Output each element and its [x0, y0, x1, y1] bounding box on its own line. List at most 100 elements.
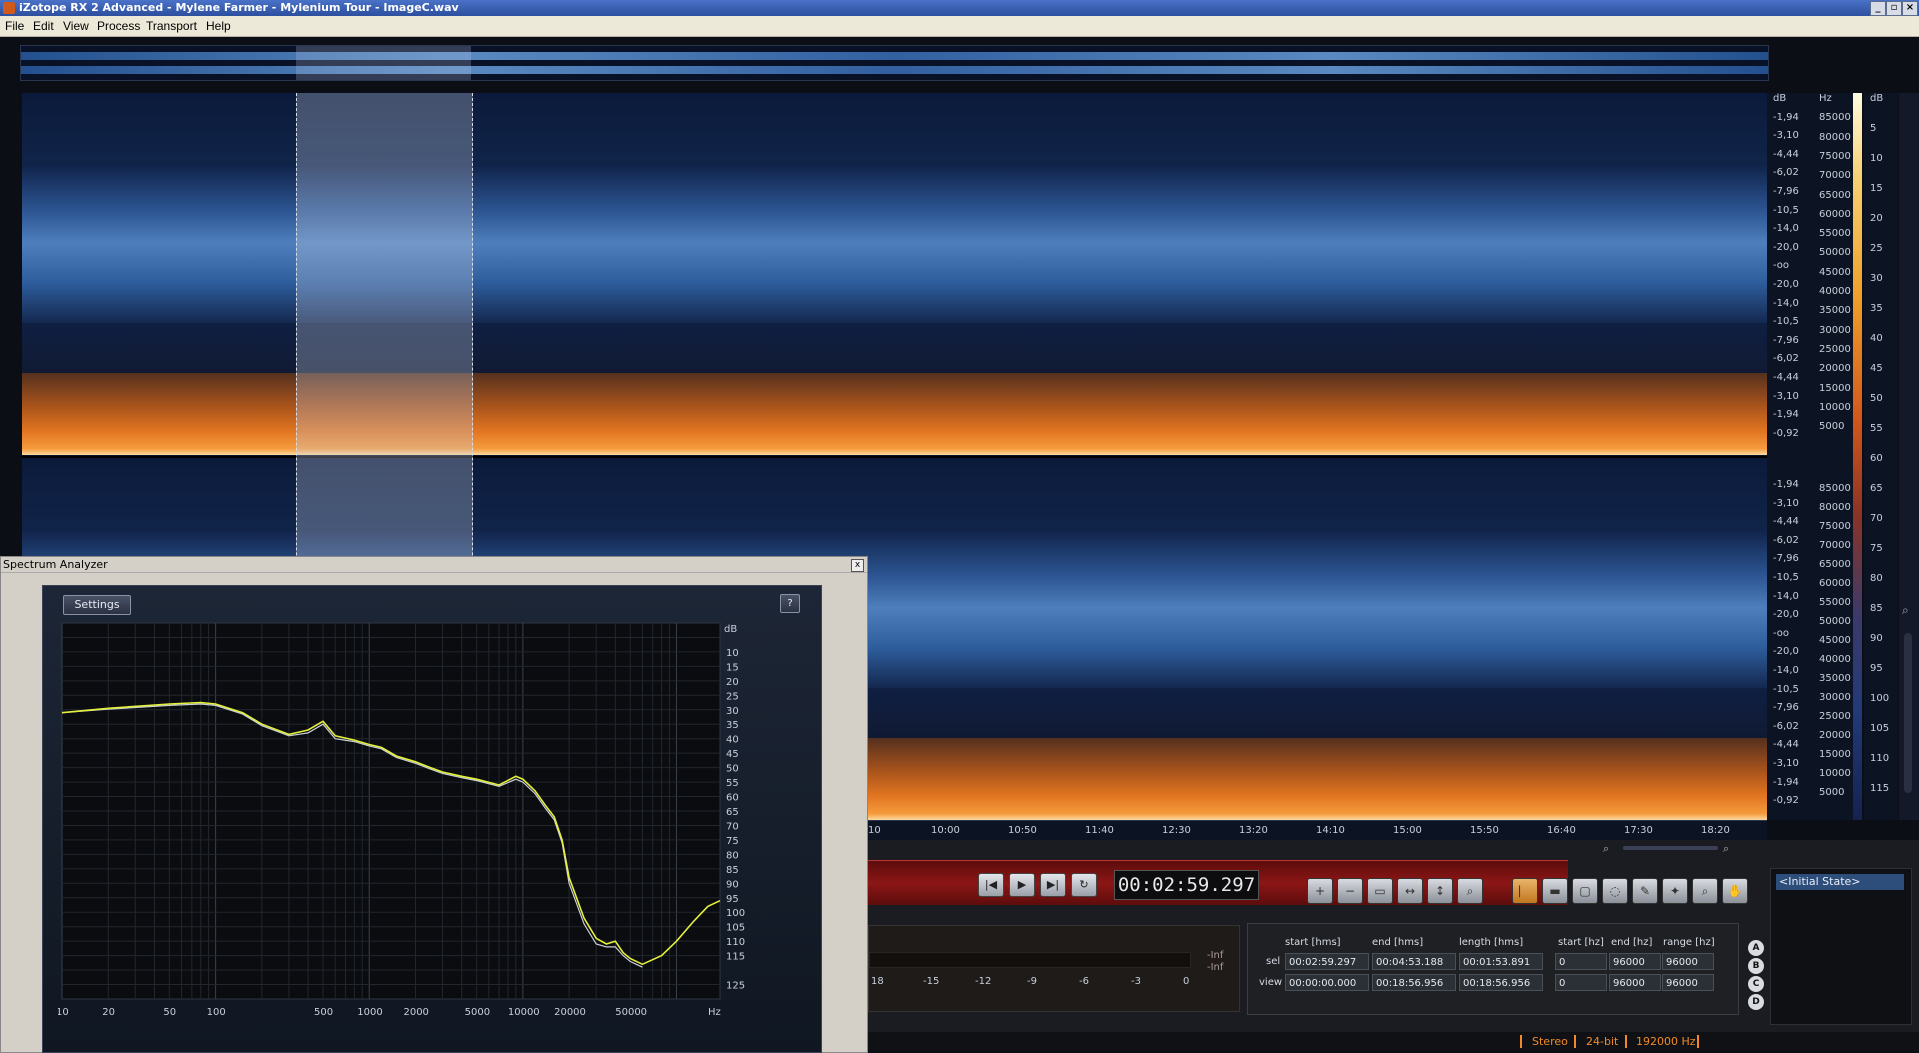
hz-tick: 65000 — [1819, 189, 1851, 201]
zoom-selection-tool-icon[interactable]: ▭ — [1367, 878, 1393, 904]
time-select-tool-icon[interactable]: ⎸ — [1512, 878, 1538, 904]
sel-start-hz-field[interactable]: 0 — [1555, 953, 1607, 970]
vertical-zoom-slider[interactable]: ⌕ — [1899, 93, 1919, 820]
colorbar-tick: 50 — [1870, 393, 1883, 404]
db-tick: -7,96 — [1773, 186, 1799, 197]
colorbar-tick: 100 — [1870, 693, 1890, 704]
db-tick: -4,44 — [1773, 739, 1799, 751]
zoom-fit-tool-icon[interactable]: ⌕ — [1457, 878, 1483, 904]
x-tick: 20 — [102, 1007, 115, 1018]
y-tick: 55 — [726, 778, 739, 789]
brush-tool-icon[interactable]: ✎ — [1632, 878, 1658, 904]
zoom-out-icon[interactable]: ⌕ — [1603, 842, 1609, 856]
maximize-button[interactable]: ▫ — [1886, 1, 1902, 16]
view-end-field[interactable]: 00:18:56.956 — [1372, 974, 1456, 991]
preset-d-button[interactable]: D — [1748, 994, 1764, 1010]
sel-end-hz-field[interactable]: 96000 — [1609, 953, 1661, 970]
colorbar-tick: 40 — [1870, 333, 1883, 344]
y-tick: 20 — [726, 677, 739, 688]
overview-waveform[interactable] — [20, 45, 1769, 81]
view-presets: A B C D — [1748, 940, 1770, 1020]
x-tick: 10 — [58, 1007, 69, 1018]
overview-selection[interactable] — [296, 46, 471, 80]
play-selection-button[interactable]: ▶| — [1040, 873, 1066, 897]
minimize-button[interactable]: _ — [1870, 1, 1886, 16]
close-button[interactable]: × — [1902, 1, 1918, 16]
colorbar-tick: 110 — [1870, 753, 1890, 764]
overview-channel-right — [21, 66, 1768, 74]
meter-tick: -12 — [975, 976, 992, 987]
freq-select-tool-icon[interactable]: ▬ — [1542, 878, 1568, 904]
view-start-hz-field[interactable]: 0 — [1555, 974, 1607, 991]
menu-view[interactable]: View — [63, 19, 89, 33]
magnify-tool-icon[interactable]: ⌕ — [1692, 878, 1718, 904]
sel-end-field[interactable]: 00:04:53.188 — [1372, 953, 1456, 970]
rect-select-tool-icon[interactable]: ▢ — [1572, 878, 1598, 904]
spectrum-analyzer-close-button[interactable]: x — [851, 559, 864, 572]
preset-c-button[interactable]: C — [1748, 976, 1764, 992]
x-tick: 50 — [163, 1007, 176, 1018]
time-tick: 12:30 — [1162, 825, 1191, 836]
title-bar: iZotope RX 2 Advanced - Mylene Farmer - … — [0, 0, 1919, 16]
vertical-zoom-track[interactable] — [1904, 633, 1912, 793]
sel-range-hz-field[interactable]: 96000 — [1662, 953, 1714, 970]
hand-tool-icon[interactable]: ✋ — [1722, 878, 1748, 904]
colorbar-tick: 15 — [1870, 183, 1883, 194]
play-button[interactable]: ▶ — [1009, 873, 1035, 897]
time-tick: 11:40 — [1085, 825, 1114, 836]
hdr-range-hz: range [hz] — [1663, 937, 1715, 948]
zoom-out-tool-icon[interactable]: − — [1337, 878, 1363, 904]
hz-tick: 15000 — [1819, 749, 1851, 760]
hdr-length-hms: length [hms] — [1459, 937, 1524, 948]
db-tick: -1,94 — [1773, 409, 1799, 421]
preset-b-button[interactable]: B — [1748, 958, 1764, 974]
menu-file[interactable]: File — [5, 19, 24, 33]
help-button[interactable]: ? — [780, 594, 800, 613]
menu-transport[interactable]: Transport — [146, 19, 197, 33]
hz-tick: 80000 — [1819, 502, 1851, 513]
hz-tick: 55000 — [1819, 597, 1851, 608]
db-tick: -3,10 — [1773, 390, 1799, 402]
hz-tick: 35000 — [1819, 673, 1851, 684]
status-samplerate: 192000 Hz — [1636, 1035, 1696, 1048]
db-tick: -6,02 — [1773, 720, 1799, 732]
wand-tool-icon[interactable]: ✦ — [1662, 878, 1688, 904]
colorbar-tick: 25 — [1870, 243, 1883, 254]
sel-start-field[interactable]: 00:02:59.297 — [1285, 953, 1369, 970]
zoom-in-icon[interactable]: ⌕ — [1723, 842, 1729, 856]
settings-button[interactable]: Settings — [63, 595, 131, 615]
zoom-time-tool-icon[interactable]: ↔ — [1397, 878, 1423, 904]
horizontal-zoom-track[interactable] — [1623, 846, 1718, 850]
menu-edit[interactable]: Edit — [33, 19, 54, 33]
menu-help[interactable]: Help — [206, 19, 231, 33]
preset-a-button[interactable]: A — [1748, 940, 1764, 956]
x-tick: 5000 — [465, 1007, 490, 1018]
view-length-field[interactable]: 00:18:56.956 — [1459, 974, 1543, 991]
y-tick: 100 — [726, 908, 745, 919]
db-tick: -10,5 — [1773, 683, 1799, 695]
sel-length-field[interactable]: 00:01:53.891 — [1459, 953, 1543, 970]
menu-process[interactable]: Process — [97, 19, 140, 33]
row-label-view: view — [1259, 977, 1283, 988]
db-tick: -10,5 — [1773, 204, 1799, 216]
rewind-button[interactable]: |◀ — [978, 873, 1004, 897]
db-tick: -4,44 — [1773, 148, 1799, 160]
view-range-hz-field[interactable]: 96000 — [1662, 974, 1714, 991]
lasso-tool-icon[interactable]: ◌ — [1602, 878, 1628, 904]
hz-tick: 30000 — [1819, 692, 1851, 703]
loop-button[interactable]: ↻ — [1071, 873, 1097, 897]
db-tick: -20,0 — [1773, 609, 1799, 621]
horizontal-zoom[interactable]: ⌕ ⌕ — [1603, 840, 1803, 856]
time-tick: 10:00 — [931, 825, 960, 836]
hz-tick: 40000 — [1819, 286, 1851, 297]
db-tick: -1,94 — [1773, 479, 1799, 490]
history-item[interactable]: <Initial State> — [1776, 874, 1904, 890]
zoom-in-tool-icon[interactable]: + — [1307, 878, 1333, 904]
view-end-hz-field[interactable]: 96000 — [1609, 974, 1661, 991]
time-tick: 15:00 — [1393, 825, 1422, 836]
db-tick: -3,10 — [1773, 130, 1799, 142]
db-tick: -7,96 — [1773, 334, 1799, 346]
zoom-freq-tool-icon[interactable]: ↕ — [1427, 878, 1453, 904]
view-start-field[interactable]: 00:00:00.000 — [1285, 974, 1369, 991]
zoom-in-icon[interactable]: ⌕ — [1902, 603, 1909, 618]
